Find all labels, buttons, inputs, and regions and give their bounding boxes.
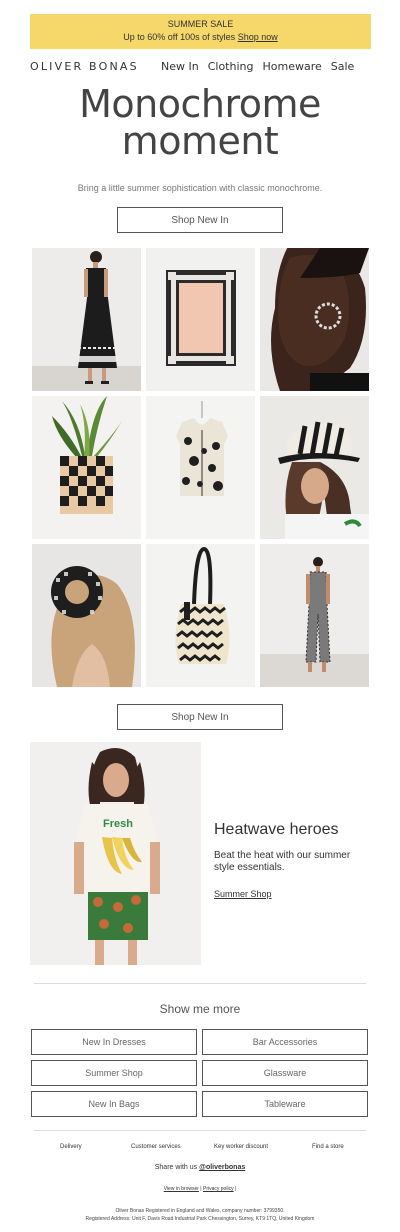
- banner-title: SUMMER SALE: [167, 19, 234, 29]
- product-statement-earring[interactable]: [260, 248, 369, 391]
- summer-shop-button[interactable]: Summer Shop: [31, 1060, 197, 1086]
- footer-links: Delivery Customer services Key worker di…: [34, 1144, 366, 1156]
- footer-find-store-link[interactable]: Find a store: [312, 1144, 344, 1150]
- legal-line-1: Oliver Bonas Registered in England and W…: [115, 1208, 285, 1214]
- product-gingham-jumpsuit[interactable]: [260, 544, 369, 687]
- product-striped-cap[interactable]: [260, 396, 369, 539]
- product-photo-frame[interactable]: [146, 248, 255, 391]
- tableware-button[interactable]: Tableware: [202, 1091, 368, 1117]
- divider: [34, 983, 366, 984]
- feature-title: Heatwave heroes: [214, 821, 339, 838]
- black-dress-image: [32, 248, 141, 391]
- nav-sale[interactable]: Sale: [331, 60, 355, 73]
- nav-clothing[interactable]: Clothing: [208, 60, 254, 73]
- privacy-policy-link[interactable]: Privacy policy: [203, 1186, 234, 1192]
- show-more-title: Show me more: [159, 1002, 241, 1016]
- company-address: Oliver Bonas Registered in England and W…: [0, 1207, 400, 1223]
- new-in-bags-button[interactable]: New In Bags: [31, 1091, 197, 1117]
- jumpsuit-image: [260, 544, 369, 687]
- legal-links: View in browser | Privacy policy |: [0, 1186, 400, 1192]
- product-zigzag-tote[interactable]: [146, 544, 255, 687]
- email-page: SUMMER SALE Up to 60% off 100s of styles…: [0, 0, 400, 1232]
- bar-accessories-button[interactable]: Bar Accessories: [202, 1029, 368, 1055]
- banner-text-row: Up to 60% off 100s of styles Shop now: [30, 31, 371, 44]
- shop-new-in-button[interactable]: Shop New In: [117, 207, 283, 233]
- product-gingham-scrunchie[interactable]: [32, 544, 141, 687]
- shop-now-link[interactable]: Shop now: [238, 32, 278, 42]
- hero-headline: Monochrome moment: [0, 82, 400, 163]
- footer-key-worker-link[interactable]: Key worker discount: [214, 1144, 268, 1150]
- shop-new-in-button-2[interactable]: Shop New In: [117, 704, 283, 730]
- glassware-button[interactable]: Glassware: [202, 1060, 368, 1086]
- feature-text: Beat the heat with our summer style esse…: [214, 850, 351, 873]
- product-checkered-planter[interactable]: [32, 396, 141, 539]
- scrunchie-image: [32, 544, 141, 687]
- divider-footer: [34, 1130, 366, 1131]
- cap-image: [260, 396, 369, 539]
- product-printed-vest[interactable]: [146, 396, 255, 539]
- legal-separator-2: |: [234, 1186, 237, 1192]
- hero-subtitle: Bring a little summer sophistication wit…: [77, 183, 323, 193]
- brand-logo[interactable]: OLIVER BONAS: [30, 60, 152, 73]
- photo-frame-image: [146, 248, 255, 391]
- view-in-browser-link[interactable]: View in browser: [164, 1186, 199, 1192]
- share-line: Share with us @oliverbonas: [0, 1164, 400, 1171]
- planter-image: [32, 396, 141, 539]
- banner-text: Up to 60% off 100s of styles: [123, 32, 236, 42]
- nav-new-in[interactable]: New In: [161, 60, 199, 73]
- summer-shop-link[interactable]: Summer Shop: [214, 889, 272, 899]
- earring-image: [260, 248, 369, 391]
- top-nav: OLIVER BONAS New In Clothing Homeware Sa…: [30, 56, 371, 76]
- headline-line-2: moment: [121, 119, 279, 163]
- tote-image: [146, 544, 255, 687]
- share-text: Share with us: [154, 1164, 198, 1171]
- legal-separator: |: [200, 1186, 202, 1192]
- feature-image[interactable]: Fresh: [30, 742, 201, 965]
- product-black-dress[interactable]: [32, 248, 141, 391]
- vest-image: [146, 396, 255, 539]
- footer-delivery-link[interactable]: Delivery: [60, 1144, 82, 1150]
- footer-customer-services-link[interactable]: Customer services: [131, 1144, 181, 1150]
- new-in-dresses-button[interactable]: New In Dresses: [31, 1029, 197, 1055]
- nav-homeware[interactable]: Homeware: [262, 60, 321, 73]
- sale-banner: SUMMER SALE Up to 60% off 100s of styles…: [30, 14, 371, 49]
- tee-print-text: Fresh: [103, 818, 133, 830]
- instagram-handle-link[interactable]: @oliverbonas: [199, 1164, 245, 1171]
- legal-line-2: Registered Address: Unit F, Davis Road I…: [85, 1216, 315, 1222]
- headline-line-1: Monochrome: [79, 82, 321, 126]
